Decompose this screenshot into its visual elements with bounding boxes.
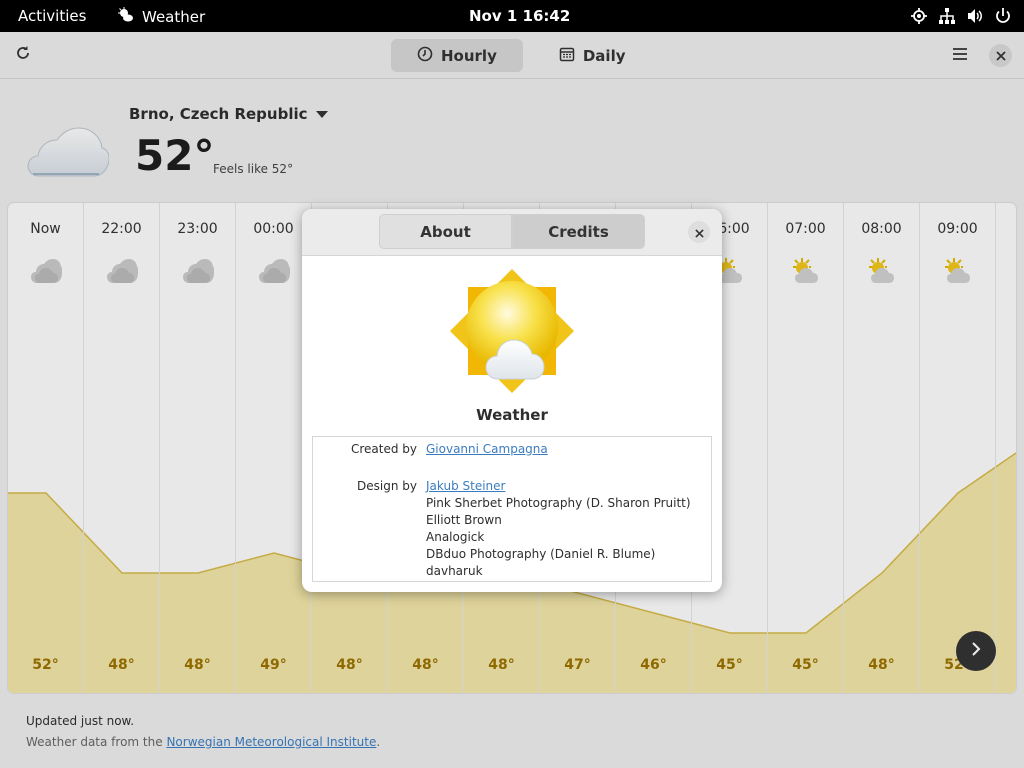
tab-about[interactable]: About [379,214,512,249]
app-menu[interactable]: Weather [118,7,205,27]
location-icon[interactable] [910,7,928,25]
credit-name: davharuk [426,564,483,578]
volume-icon[interactable] [966,7,984,25]
dialog-app-name: Weather [476,406,548,424]
weather-logo-icon [448,267,576,399]
app-menu-label: Weather [142,8,206,26]
activities-button[interactable]: Activities [18,7,86,25]
power-icon[interactable] [994,7,1012,25]
credit-link[interactable]: Jakub Steiner [426,479,505,493]
about-dialog: About Credits Weather Created by Giovann… [302,209,722,592]
credit-name: DBduo Photography (Daniel R. Blume) [426,547,656,561]
top-bar: Activities Weather Nov 1 16:42 [0,0,1024,32]
system-tray[interactable] [910,7,1012,25]
close-icon [694,223,704,242]
credit-name: Analogick [426,530,485,544]
credit-link[interactable]: Giovanni Campagna [426,442,548,456]
tab-credits[interactable]: Credits [512,214,645,249]
credit-label: Design by [357,479,417,493]
dialog-close-button[interactable] [688,221,710,243]
credit-name: Elliott Brown [426,513,502,527]
credits-list: Created by Giovanni Campagna Design by J… [312,436,712,582]
network-icon[interactable] [938,7,956,25]
dialog-header: About Credits [302,209,722,256]
credit-name: Pink Sherbet Photography (D. Sharon Prui… [426,496,691,510]
weather-app-icon [118,7,134,27]
dialog-tabs: About Credits [379,214,645,249]
clock[interactable]: Nov 1 16:42 [469,7,570,25]
credit-label: Created by [350,442,417,456]
